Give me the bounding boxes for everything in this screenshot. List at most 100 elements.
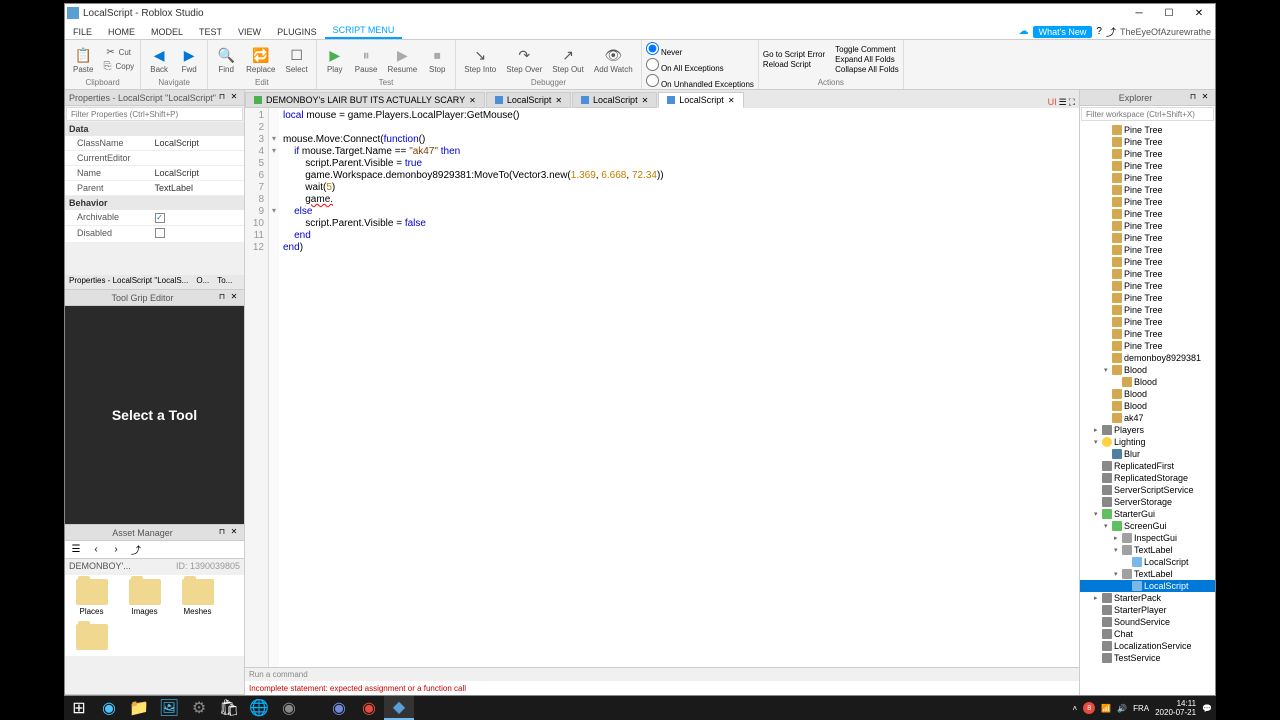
disabled-checkbox[interactable] bbox=[155, 228, 165, 238]
find-button[interactable]: 🔍Find bbox=[212, 43, 240, 76]
app-icon-2[interactable]: ◉ bbox=[354, 696, 384, 720]
tree-item[interactable]: LocalScript bbox=[1080, 556, 1215, 568]
file-explorer-icon[interactable]: 📁 bbox=[124, 696, 154, 720]
collapse-folds-button[interactable]: Collapse All Folds bbox=[835, 65, 899, 74]
settings-icon[interactable]: ⚙ bbox=[184, 696, 214, 720]
all-exceptions-radio[interactable]: On All Exceptions bbox=[646, 58, 754, 73]
explorer-filter-input[interactable] bbox=[1081, 107, 1214, 121]
properties-pin-icon[interactable]: ⊓ bbox=[216, 92, 228, 104]
asset-manager-pin-icon[interactable]: ⊓ bbox=[216, 527, 228, 539]
replace-button[interactable]: 🔁Replace bbox=[242, 43, 279, 76]
step-into-button[interactable]: ↘Step Into bbox=[460, 43, 500, 76]
tree-item[interactable]: Pine Tree bbox=[1080, 196, 1215, 208]
tree-item[interactable]: Pine Tree bbox=[1080, 148, 1215, 160]
tree-item[interactable]: ServerStorage bbox=[1080, 496, 1215, 508]
tree-item[interactable]: Pine Tree bbox=[1080, 184, 1215, 196]
tree-item[interactable]: Pine Tree bbox=[1080, 304, 1215, 316]
step-out-button[interactable]: ↗Step Out bbox=[548, 43, 588, 76]
tree-toggle-icon[interactable]: ▾ bbox=[1104, 522, 1112, 530]
add-watch-button[interactable]: 👁Add Watch bbox=[590, 43, 637, 76]
tab-close-icon[interactable]: ✕ bbox=[469, 96, 476, 105]
tree-item[interactable]: TestService bbox=[1080, 652, 1215, 664]
expand-folds-button[interactable]: Expand All Folds bbox=[835, 55, 899, 64]
share-icon[interactable]: ⤴ bbox=[1106, 24, 1116, 39]
tree-item[interactable]: Pine Tree bbox=[1080, 256, 1215, 268]
tree-item[interactable]: ▾TextLabel bbox=[1080, 544, 1215, 556]
explorer-close-icon[interactable]: ✕ bbox=[1199, 92, 1211, 104]
tree-item[interactable]: Pine Tree bbox=[1080, 292, 1215, 304]
notifications-icon[interactable]: 💬 bbox=[1202, 704, 1212, 713]
ui-toggle[interactable]: UI bbox=[1048, 97, 1057, 108]
tray-up-icon[interactable]: ˄ bbox=[1073, 704, 1078, 713]
hamburger-icon[interactable]: ☰ bbox=[69, 543, 83, 557]
fwd-button[interactable]: ▶Fwd bbox=[175, 43, 203, 76]
tree-toggle-icon[interactable]: ▸ bbox=[1094, 594, 1102, 602]
tool-grip-close-icon[interactable]: ✕ bbox=[228, 292, 240, 304]
store-icon[interactable]: 🛍 bbox=[214, 696, 244, 720]
editor-tab[interactable]: LocalScript✕ bbox=[486, 92, 571, 108]
tree-item[interactable]: ReplicatedFirst bbox=[1080, 460, 1215, 472]
tree-item[interactable]: Pine Tree bbox=[1080, 244, 1215, 256]
volume-icon[interactable]: 🔊 bbox=[1117, 704, 1127, 713]
discord-icon[interactable]: ◉ bbox=[324, 696, 354, 720]
tab-close-icon[interactable]: ✕ bbox=[642, 96, 649, 105]
cut-button[interactable]: ✂Cut bbox=[99, 46, 136, 60]
notif-badge[interactable]: 8 bbox=[1083, 702, 1095, 714]
editor-tab[interactable]: DEMONBOY's LAIR BUT ITS ACTUALLY SCARY✕ bbox=[245, 92, 485, 108]
photos-icon[interactable]: 🖼 bbox=[154, 696, 184, 720]
tab-close-icon[interactable]: ✕ bbox=[728, 96, 735, 105]
menu-plugins[interactable]: PLUGINS bbox=[269, 25, 325, 39]
tree-toggle-icon[interactable]: ▾ bbox=[1104, 366, 1112, 374]
tree-item[interactable]: ▸StarterPack bbox=[1080, 592, 1215, 604]
help-icon[interactable]: ? bbox=[1096, 26, 1102, 37]
tree-item[interactable]: ak47 bbox=[1080, 412, 1215, 424]
tree-item[interactable]: ▸InspectGui bbox=[1080, 532, 1215, 544]
start-button[interactable]: ⊞ bbox=[64, 696, 94, 720]
tree-item[interactable]: ▾StarterGui bbox=[1080, 508, 1215, 520]
code-editor[interactable]: 123456789101112 ▾▾▾ local mouse = game.P… bbox=[245, 108, 1079, 667]
tree-item[interactable]: Pine Tree bbox=[1080, 160, 1215, 172]
tree-toggle-icon[interactable]: ▸ bbox=[1094, 426, 1102, 434]
menu-view[interactable]: VIEW bbox=[230, 25, 269, 39]
props-tab-1[interactable]: O... bbox=[192, 275, 213, 289]
properties-close-icon[interactable]: ✕ bbox=[228, 92, 240, 104]
tree-item[interactable]: ▾ScreenGui bbox=[1080, 520, 1215, 532]
clock-time[interactable]: 14:11 bbox=[1155, 699, 1196, 708]
tree-item[interactable]: Blood bbox=[1080, 376, 1215, 388]
upload-icon[interactable]: ⤴ bbox=[129, 543, 143, 557]
forward-arrow-icon[interactable]: › bbox=[109, 543, 123, 557]
clock-date[interactable]: 2020-07-21 bbox=[1155, 708, 1196, 717]
tree-toggle-icon[interactable]: ▾ bbox=[1094, 510, 1102, 518]
lang-label[interactable]: FRA bbox=[1133, 704, 1149, 713]
tree-item[interactable]: ReplicatedStorage bbox=[1080, 472, 1215, 484]
tree-item[interactable]: ▾Lighting bbox=[1080, 436, 1215, 448]
tree-item[interactable]: demonboy8929381 bbox=[1080, 352, 1215, 364]
minimize-button[interactable]: ─ bbox=[1125, 5, 1153, 21]
properties-filter-input[interactable] bbox=[66, 107, 243, 121]
close-button[interactable]: ✕ bbox=[1185, 5, 1213, 21]
menu-file[interactable]: FILE bbox=[65, 25, 100, 39]
tree-toggle-icon[interactable]: ▸ bbox=[1114, 534, 1122, 542]
tree-item[interactable]: Pine Tree bbox=[1080, 124, 1215, 136]
tree-item[interactable]: Pine Tree bbox=[1080, 316, 1215, 328]
asset-folder[interactable]: Images bbox=[122, 579, 167, 616]
tree-item[interactable]: Pine Tree bbox=[1080, 280, 1215, 292]
tree-toggle-icon[interactable]: ▾ bbox=[1114, 570, 1122, 578]
tree-item[interactable]: ▸Players bbox=[1080, 424, 1215, 436]
whats-new-button[interactable]: What's New bbox=[1033, 26, 1093, 38]
select-button[interactable]: ☐Select bbox=[282, 43, 312, 76]
copy-button[interactable]: ⎘Copy bbox=[99, 60, 136, 74]
asset-manager-close-icon[interactable]: ✕ bbox=[228, 527, 240, 539]
props-tab-2[interactable]: To... bbox=[213, 275, 236, 289]
tree-item[interactable]: Blood bbox=[1080, 388, 1215, 400]
editor-menu-icon[interactable]: ☰ bbox=[1059, 97, 1067, 108]
step-over-button[interactable]: ↷Step Over bbox=[502, 43, 546, 76]
goto-error-button[interactable]: Go to Script Error bbox=[763, 50, 825, 59]
paste-button[interactable]: 📋Paste bbox=[69, 43, 97, 76]
unhandled-radio[interactable]: On Unhandled Exceptions bbox=[646, 74, 754, 89]
edge-icon[interactable]: ◉ bbox=[94, 696, 124, 720]
tool-grip-pin-icon[interactable]: ⊓ bbox=[216, 292, 228, 304]
tree-item[interactable]: ▾Blood bbox=[1080, 364, 1215, 376]
wifi-icon[interactable]: 📶 bbox=[1101, 704, 1111, 713]
menu-test[interactable]: TEST bbox=[191, 25, 230, 39]
